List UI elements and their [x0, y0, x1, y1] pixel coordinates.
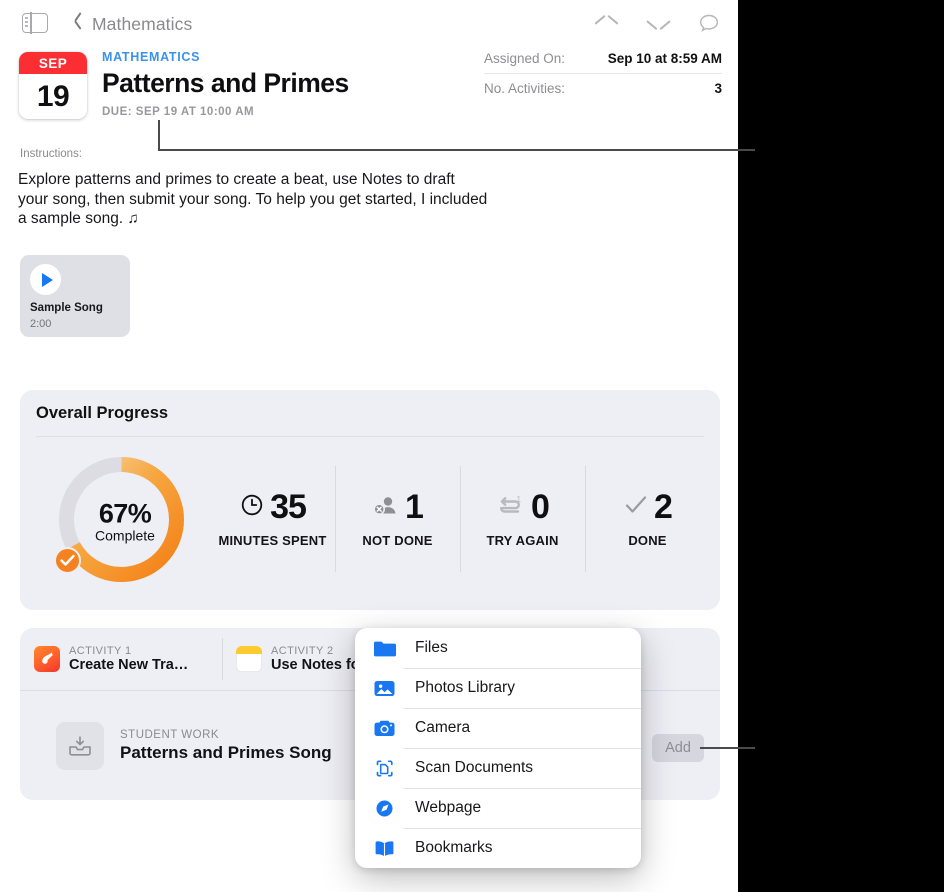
progress-ring-center: 67% Complete — [95, 498, 155, 543]
toolbar-actions — [592, 10, 722, 36]
stat-not-done: 1 NOT DONE — [335, 460, 460, 578]
scan-documents-icon — [371, 757, 397, 779]
compass-icon — [371, 797, 397, 819]
inbox-tray-icon — [56, 722, 104, 770]
menu-item-scan-documents[interactable]: Scan Documents — [355, 748, 641, 788]
overall-progress-title: Overall Progress — [36, 404, 168, 423]
instructions-text: Explore patterns and primes to create a … — [18, 170, 488, 229]
comment-bubble-icon[interactable] — [696, 10, 722, 36]
camera-icon — [371, 717, 397, 739]
stat-value: 35 — [270, 490, 306, 524]
person-x-icon — [372, 492, 400, 523]
sample-song-card[interactable]: Sample Song 2:00 — [20, 255, 130, 337]
add-button[interactable]: Add — [652, 734, 704, 762]
menu-item-photos-library[interactable]: Photos Library — [355, 668, 641, 708]
divider — [36, 436, 704, 437]
notes-icon — [236, 646, 262, 672]
stat-value: 1 — [405, 490, 423, 524]
instructions-label: Instructions: — [20, 148, 82, 160]
menu-item-files[interactable]: Files — [355, 628, 641, 668]
meta-key: No. Activities: — [484, 81, 565, 96]
menu-item-bookmarks[interactable]: Bookmarks — [355, 828, 641, 868]
meta-row: No. Activities: 3 — [484, 73, 722, 103]
screenshot-root: Mathematics SEP 19 MATHEMATICS Patterns … — [0, 0, 944, 892]
progress-percent: 67% — [95, 498, 155, 529]
progress-stats: 35 MINUTES SPENT — [210, 460, 710, 578]
attachment-source-menu: Files Photos Library Camera — [355, 628, 641, 868]
repeat-icon: 1 — [496, 492, 526, 523]
menu-item-camera[interactable]: Camera — [355, 708, 641, 748]
stat-caption: TRY AGAIN — [486, 533, 558, 548]
meta-value: Sep 10 at 8:59 AM — [608, 51, 722, 66]
calendar-month: SEP — [19, 52, 87, 74]
photos-icon — [371, 677, 397, 699]
sample-song-duration: 2:00 — [30, 318, 51, 330]
play-icon[interactable] — [30, 264, 61, 295]
sample-song-title: Sample Song — [30, 302, 103, 314]
callout-line-add-horizontal — [700, 747, 755, 749]
book-icon — [371, 837, 397, 859]
stat-minutes-spent: 35 MINUTES SPENT — [210, 460, 335, 578]
chevron-down-icon[interactable] — [644, 10, 670, 36]
student-work-kicker: STUDENT WORK — [120, 729, 332, 741]
calendar-date-badge: SEP 19 — [19, 52, 87, 119]
stat-value: 0 — [531, 490, 549, 524]
menu-item-webpage[interactable]: Webpage — [355, 788, 641, 828]
assignment-header: MATHEMATICS Patterns and Primes DUE: SEP… — [102, 50, 349, 118]
progress-complete-label: Complete — [95, 527, 155, 543]
app-panel: Mathematics SEP 19 MATHEMATICS Patterns … — [0, 0, 738, 892]
activity-item-1[interactable]: ACTIVITY 1 Create New Tra… — [20, 628, 222, 690]
menu-item-label: Scan Documents — [415, 759, 533, 777]
music-note-icon: ♫ — [127, 210, 138, 227]
meta-row: Assigned On: Sep 10 at 8:59 AM — [484, 47, 722, 73]
due-date: DUE: SEP 19 AT 10:00 AM — [102, 106, 349, 118]
assignment-meta: Assigned On: Sep 10 at 8:59 AM No. Activ… — [484, 47, 722, 103]
chevron-left-icon — [72, 15, 83, 33]
meta-key: Assigned On: — [484, 51, 565, 66]
stat-caption: MINUTES SPENT — [218, 533, 326, 548]
menu-item-label: Webpage — [415, 799, 481, 817]
page-title: Patterns and Primes — [102, 68, 349, 99]
chevron-up-icon[interactable] — [592, 10, 618, 36]
stat-caption: NOT DONE — [362, 533, 432, 548]
callout-line-due-horizontal — [158, 149, 755, 151]
calendar-day: 19 — [19, 74, 87, 119]
menu-item-label: Bookmarks — [415, 839, 493, 857]
menu-item-label: Camera — [415, 719, 470, 737]
clock-icon — [239, 492, 265, 523]
back-button-label: Mathematics — [92, 14, 192, 35]
garageband-icon — [34, 646, 60, 672]
instructions-body: Explore patterns and primes to create a … — [18, 171, 487, 227]
back-button[interactable]: Mathematics — [72, 11, 192, 37]
stat-value: 2 — [654, 490, 672, 524]
overall-progress-card: Overall Progress 67% Co — [20, 390, 720, 610]
student-work-name: Patterns and Primes Song — [120, 743, 332, 763]
sidebar-toggle-icon[interactable] — [22, 13, 48, 33]
menu-item-label: Files — [415, 639, 448, 657]
svg-text:1: 1 — [517, 495, 522, 504]
progress-ring: 67% Complete — [42, 452, 208, 589]
student-work-item[interactable]: STUDENT WORK Patterns and Primes Song — [56, 722, 332, 770]
stat-caption: DONE — [628, 533, 666, 548]
stat-done: 2 DONE — [585, 460, 710, 578]
folder-icon — [371, 637, 397, 659]
checkmark-icon — [623, 492, 649, 523]
meta-value: 3 — [714, 81, 722, 96]
stat-try-again: 1 0 TRY AGAIN — [460, 460, 585, 578]
toolbar: Mathematics — [0, 0, 738, 46]
menu-item-label: Photos Library — [415, 679, 515, 697]
activity-kicker: ACTIVITY 1 — [69, 645, 188, 657]
course-name: MATHEMATICS — [102, 50, 349, 64]
callout-line-due-vertical — [158, 120, 160, 151]
activity-name: Create New Tra… — [69, 657, 188, 673]
check-badge-icon — [54, 547, 81, 574]
